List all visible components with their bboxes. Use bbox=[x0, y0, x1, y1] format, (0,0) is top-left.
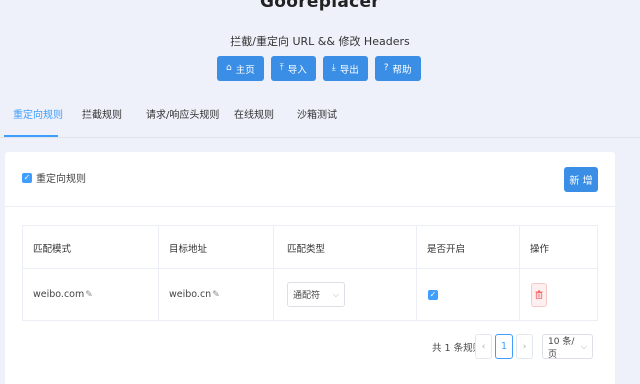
pattern-value: weibo.com bbox=[33, 289, 85, 300]
download-icon: ⤓ bbox=[331, 63, 336, 73]
column-divider bbox=[416, 226, 417, 320]
table-row-match-type-cell: 通配符 ⌵ bbox=[287, 269, 345, 320]
table-row-target-cell[interactable]: weibo.cn ✎ bbox=[169, 269, 220, 320]
help-button-label: 帮助 bbox=[392, 64, 412, 76]
column-divider bbox=[273, 226, 274, 320]
table-row-enabled-cell: ✓ bbox=[428, 269, 438, 320]
tab-redirect-rules[interactable]: 重定向规则 bbox=[13, 108, 63, 138]
page-number-current[interactable]: 1 bbox=[495, 334, 513, 359]
import-button[interactable]: ⤒ 导入 bbox=[270, 56, 316, 81]
home-button-label: 主页 bbox=[235, 64, 255, 76]
table-row-actions-cell bbox=[531, 269, 547, 320]
tab-block-rules[interactable]: 拦截规则 bbox=[82, 108, 122, 138]
trash-icon bbox=[535, 290, 543, 299]
rule-enabled-checkbox[interactable]: ✓ bbox=[428, 289, 438, 300]
enable-redirect-label: 重定向规则 bbox=[36, 174, 86, 185]
match-type-value: 通配符 bbox=[293, 291, 321, 301]
top-toolbar: ⌂ 主页 ⤒ 导入 ⤓ 导出 ? 帮助 bbox=[217, 56, 421, 81]
delete-rule-button[interactable] bbox=[531, 282, 547, 307]
help-button[interactable]: ? 帮助 bbox=[374, 56, 421, 81]
card-header: ✓ 重定向规则 新 增 bbox=[5, 152, 615, 207]
home-icon: ⌂ bbox=[226, 63, 232, 73]
checkbox-checked-icon: ✓ bbox=[22, 172, 32, 183]
home-button[interactable]: ⌂ 主页 bbox=[217, 56, 264, 81]
page-size-select[interactable]: 10 条/页 ⌵ bbox=[542, 334, 593, 360]
column-divider bbox=[519, 226, 520, 320]
chevron-right-icon: › bbox=[522, 341, 527, 352]
help-icon: ? bbox=[383, 63, 389, 73]
tab-header-rules[interactable]: 请求/响应头规则 bbox=[146, 108, 219, 138]
import-button-label: 导入 bbox=[287, 64, 307, 76]
next-page-button[interactable]: › bbox=[516, 334, 533, 359]
enable-redirect-checkbox[interactable]: ✓ 重定向规则 bbox=[22, 170, 86, 185]
chevron-left-icon: ‹ bbox=[481, 341, 486, 352]
column-divider bbox=[158, 226, 159, 320]
active-tab-indicator bbox=[4, 135, 58, 137]
chevron-down-icon: ⌵ bbox=[332, 289, 339, 299]
table-row-pattern-cell[interactable]: weibo.com ✎ bbox=[33, 269, 93, 320]
column-header-target: 目标地址 bbox=[169, 243, 208, 255]
app-subtitle: 拦截/重定向 URL && 修改 Headers bbox=[230, 35, 410, 48]
column-header-enabled: 是否开启 bbox=[427, 243, 466, 255]
pencil-icon[interactable]: ✎ bbox=[85, 290, 93, 300]
column-header-match-type: 匹配类型 bbox=[287, 243, 326, 255]
add-rule-button[interactable]: 新 增 bbox=[564, 167, 598, 192]
pencil-icon[interactable]: ✎ bbox=[212, 290, 220, 300]
app-title: Gooreplacer bbox=[260, 0, 380, 12]
tab-online-rules[interactable]: 在线规则 bbox=[234, 108, 274, 138]
tab-bar: 重定向规则 拦截规则 请求/响应头规则 在线规则 沙箱测试 bbox=[0, 108, 640, 138]
column-header-pattern: 匹配模式 bbox=[33, 243, 72, 255]
export-button-label: 导出 bbox=[339, 64, 359, 76]
chevron-down-icon: ⌵ bbox=[580, 341, 587, 351]
tab-sandbox[interactable]: 沙箱测试 bbox=[297, 108, 337, 138]
rules-table: 匹配模式 目标地址 匹配类型 是否开启 操作 weibo.com ✎ weibo.… bbox=[22, 225, 598, 321]
match-type-select[interactable]: 通配符 ⌵ bbox=[287, 282, 345, 307]
prev-page-button[interactable]: ‹ bbox=[475, 334, 492, 359]
export-button[interactable]: ⤓ 导出 bbox=[322, 56, 368, 81]
upload-icon: ⤒ bbox=[279, 63, 284, 73]
pagination: 共 1 条规则 ‹ 1 › 10 条/页 ⌵ bbox=[0, 334, 640, 360]
target-value: weibo.cn bbox=[169, 289, 212, 300]
column-header-actions: 操作 bbox=[530, 243, 550, 255]
page-size-value: 10 条/页 bbox=[548, 336, 575, 360]
